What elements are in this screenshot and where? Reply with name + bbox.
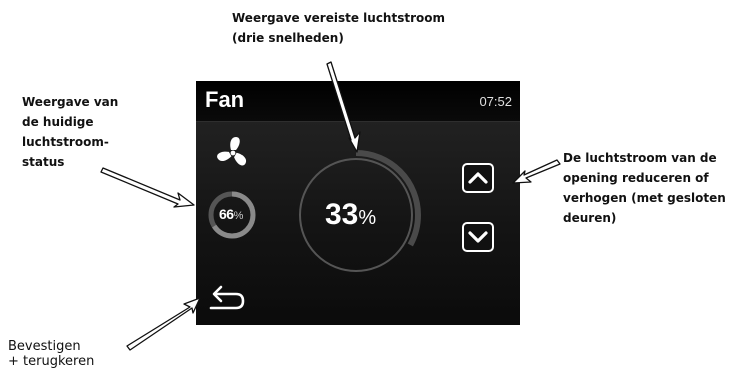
arrow-adjust-opening	[512, 159, 561, 184]
arrow-confirm-back	[126, 297, 201, 351]
pointer-arrows	[100, 61, 561, 351]
arrow-required-airflow	[326, 61, 361, 153]
arrow-current-status	[100, 167, 195, 208]
